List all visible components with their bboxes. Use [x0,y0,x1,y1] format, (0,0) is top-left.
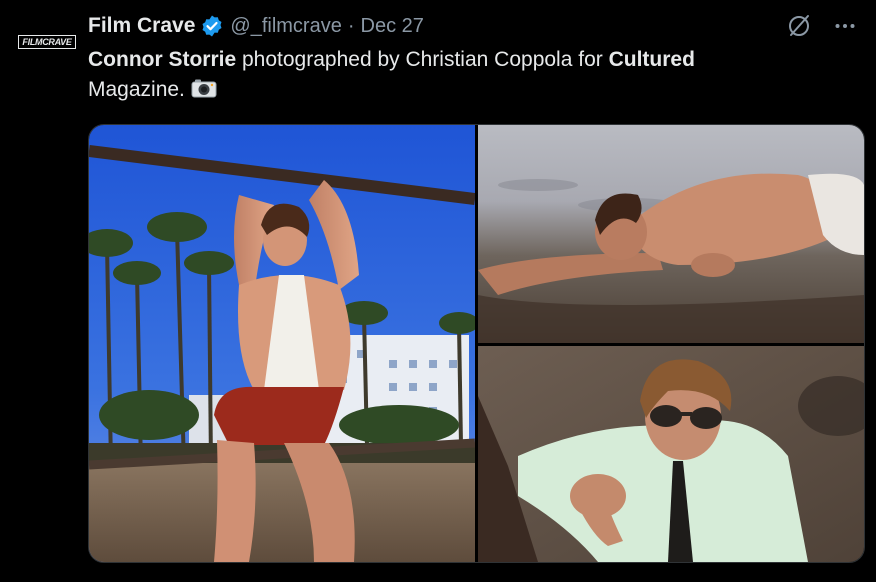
man-in-sunglasses-photo[interactable] [478,346,864,562]
more-icon[interactable] [834,15,856,37]
camera-emoji-icon [191,77,217,108]
man-on-bar-photo[interactable] [89,125,475,562]
tweet-bold-magazine: Cultured [608,48,695,71]
tweet-actions [786,12,856,40]
tweet-date[interactable]: Dec 27 [361,15,424,38]
grok-icon[interactable] [786,13,812,39]
man-on-beach-photo[interactable] [478,125,864,343]
media-grid [88,124,865,563]
avatar[interactable]: FILMCRAVE [18,27,76,57]
tweet-bold-name: Connor Storrie [88,48,237,71]
filmcrave-logo: FILMCRAVE [18,35,76,49]
author-name[interactable]: Film Crave [88,14,195,38]
tweet-header: Film Crave @_filmcrave · Dec 27 [88,12,856,40]
separator-dot: · [347,14,355,37]
tweet-text-part: Magazine. [88,78,185,101]
tweet-text-part: photographed by Christian Coppola for [236,48,609,71]
verified-badge-icon [200,14,224,38]
author-handle[interactable]: @_filmcrave [230,15,341,38]
tweet-text: Connor Storrie photographed by Christian… [88,45,828,108]
